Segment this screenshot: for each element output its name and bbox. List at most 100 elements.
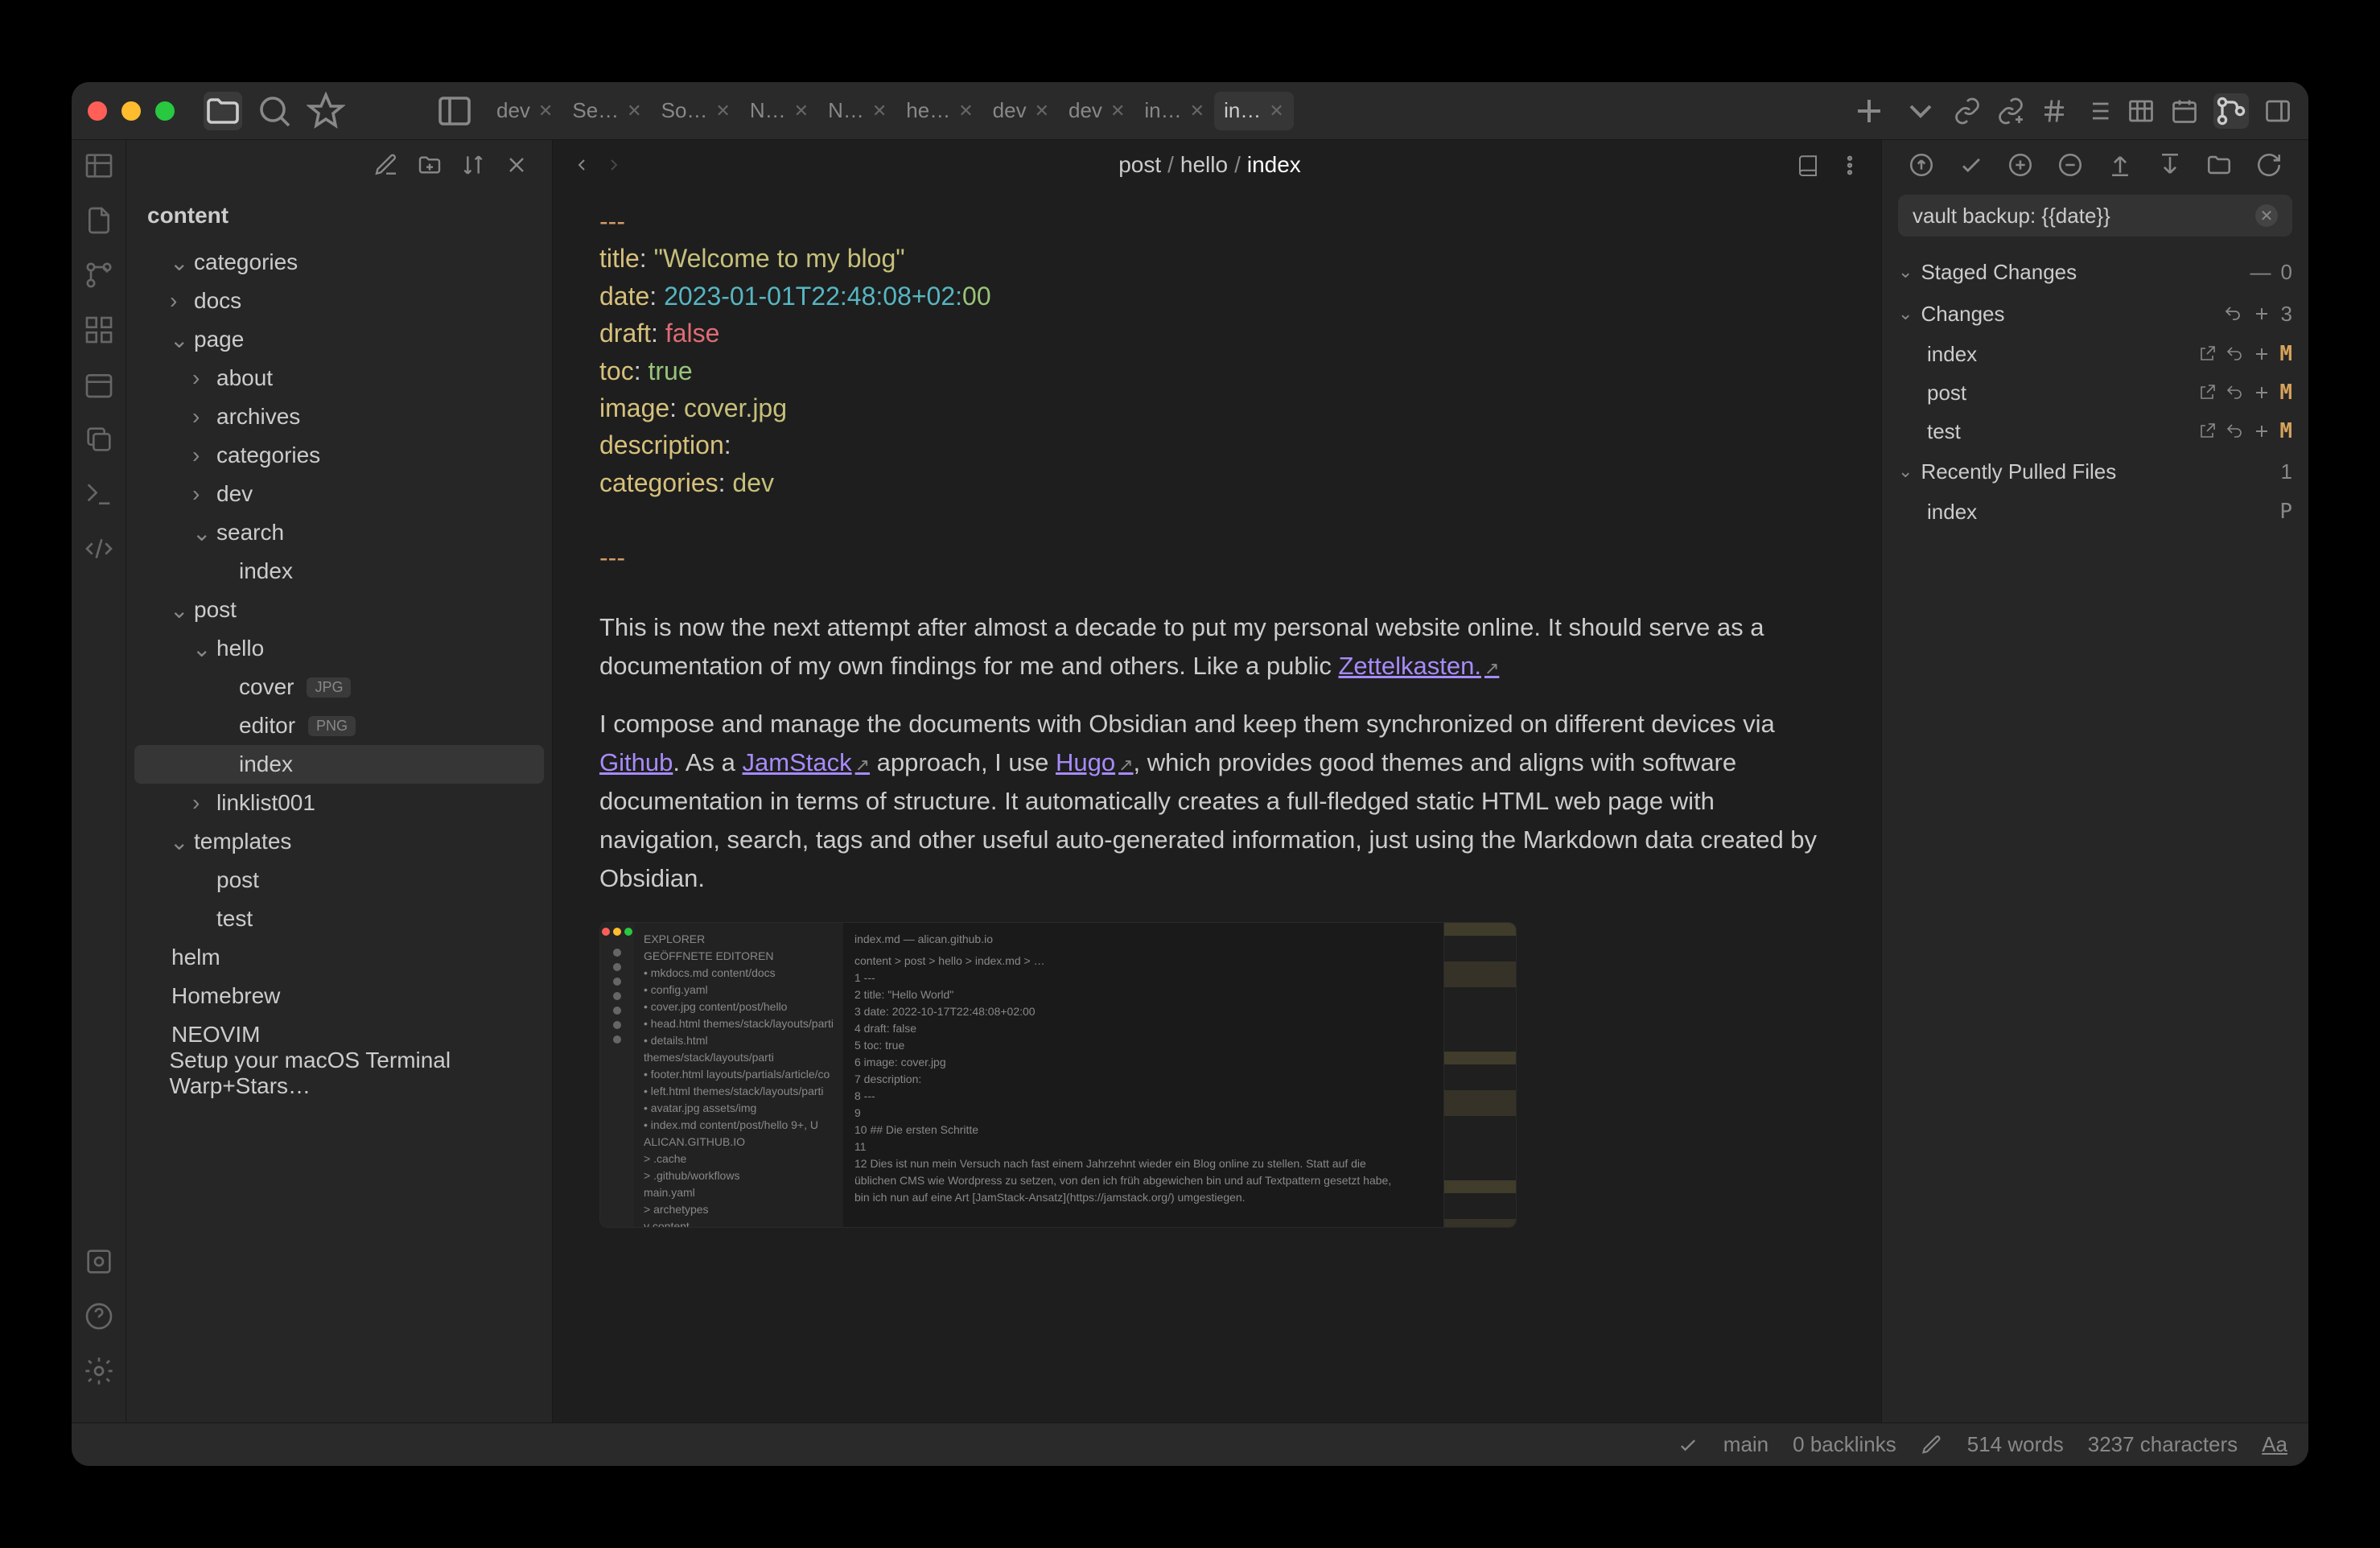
link-icon[interactable] bbox=[1953, 97, 1982, 126]
edit-icon[interactable] bbox=[1921, 1434, 1943, 1456]
git-refresh-icon[interactable] bbox=[2255, 151, 2283, 179]
editor-tab[interactable]: dev✕ bbox=[487, 92, 562, 130]
close-tab-icon[interactable]: ✕ bbox=[958, 101, 973, 121]
editor-tab[interactable]: dev✕ bbox=[983, 92, 1059, 130]
stage-file-icon[interactable] bbox=[2252, 422, 2271, 441]
close-tab-icon[interactable]: ✕ bbox=[1269, 101, 1283, 121]
tree-folder[interactable]: ⌄post bbox=[134, 591, 544, 629]
git-changed-file[interactable]: post M bbox=[1898, 373, 2292, 412]
changes-header[interactable]: ⌄Changes 3 bbox=[1898, 293, 2292, 335]
tab-menu-icon[interactable] bbox=[1901, 92, 1940, 130]
open-file-icon[interactable] bbox=[2197, 422, 2217, 441]
git-changed-file[interactable]: index M bbox=[1898, 335, 2292, 373]
tree-folder[interactable]: ›dev bbox=[134, 475, 544, 513]
tree-folder[interactable]: ›about bbox=[134, 359, 544, 397]
tree-file[interactable]: editorPNG bbox=[134, 706, 544, 745]
new-tab-icon[interactable] bbox=[1850, 92, 1888, 130]
git-recent-file[interactable]: indexP bbox=[1898, 492, 2292, 531]
close-tab-icon[interactable]: ✕ bbox=[627, 101, 641, 121]
tree-file[interactable]: index bbox=[134, 552, 544, 591]
stage-file-icon[interactable] bbox=[2252, 344, 2271, 364]
git-icon[interactable] bbox=[2213, 93, 2249, 129]
tree-file[interactable]: index bbox=[134, 745, 544, 784]
list-icon[interactable] bbox=[2083, 97, 2112, 126]
tree-file[interactable]: coverJPG bbox=[134, 668, 544, 706]
jamstack-link[interactable]: JamStack bbox=[743, 748, 871, 776]
close-tab-icon[interactable]: ✕ bbox=[1190, 101, 1204, 121]
code-icon[interactable] bbox=[83, 533, 115, 565]
minimize-window[interactable] bbox=[121, 101, 141, 121]
vault-icon[interactable] bbox=[83, 1245, 115, 1278]
hugo-link[interactable]: Hugo bbox=[1056, 748, 1134, 776]
git-unstage-icon[interactable] bbox=[2057, 151, 2084, 179]
new-folder-icon[interactable] bbox=[417, 152, 443, 178]
open-file-icon[interactable] bbox=[2197, 383, 2217, 402]
editor-tab[interactable]: N…✕ bbox=[740, 92, 818, 130]
close-tab-icon[interactable]: ✕ bbox=[1110, 101, 1125, 121]
tree-folder[interactable]: ⌄search bbox=[134, 513, 544, 552]
editor-tab[interactable]: N…✕ bbox=[818, 92, 896, 130]
git-changed-file[interactable]: test M bbox=[1898, 412, 2292, 451]
git-stage-icon[interactable] bbox=[2007, 151, 2034, 179]
tree-folder[interactable]: ⌄templates bbox=[134, 822, 544, 861]
tree-folder[interactable]: ›linklist001 bbox=[134, 784, 544, 822]
file-icon[interactable] bbox=[83, 204, 115, 237]
star-icon[interactable] bbox=[307, 92, 345, 130]
close-tab-icon[interactable]: ✕ bbox=[872, 101, 887, 121]
more-icon[interactable] bbox=[1838, 150, 1862, 180]
branch-name[interactable]: main bbox=[1723, 1432, 1769, 1457]
editor-tab[interactable]: he…✕ bbox=[896, 92, 982, 130]
terminal-icon[interactable] bbox=[83, 478, 115, 510]
tree-folder[interactable]: ⌄hello bbox=[134, 629, 544, 668]
tree-file[interactable]: helm bbox=[134, 938, 544, 977]
calendar-side-icon[interactable] bbox=[83, 368, 115, 401]
nav-forward-icon[interactable] bbox=[604, 152, 624, 178]
collapse-icon[interactable] bbox=[504, 152, 529, 178]
new-note-icon[interactable] bbox=[373, 152, 399, 178]
recent-pulled-header[interactable]: ⌄Recently Pulled Files 1 bbox=[1898, 451, 2292, 492]
staged-changes-header[interactable]: ⌄Staged Changes —0 bbox=[1898, 251, 2292, 293]
right-panel-icon[interactable] bbox=[2263, 97, 2292, 126]
tree-file[interactable]: post bbox=[134, 861, 544, 900]
clear-commit-icon[interactable]: ✕ bbox=[2255, 204, 2278, 227]
plus-icon[interactable] bbox=[2252, 304, 2271, 323]
tree-file[interactable]: Setup your macOS Terminal Warp+Stars… bbox=[134, 1054, 544, 1093]
editor-content[interactable]: --- title: "Welcome to my blog" date: 20… bbox=[553, 190, 1881, 1422]
undo-file-icon[interactable] bbox=[2225, 344, 2244, 364]
undo-file-icon[interactable] bbox=[2225, 383, 2244, 402]
copy-icon[interactable] bbox=[83, 423, 115, 455]
tree-folder[interactable]: ⌄categories bbox=[134, 243, 544, 282]
close-tab-icon[interactable]: ✕ bbox=[1035, 101, 1049, 121]
close-window[interactable] bbox=[88, 101, 107, 121]
editor-tab[interactable]: Se…✕ bbox=[562, 92, 651, 130]
editor-tab[interactable]: in…✕ bbox=[1214, 92, 1294, 130]
branch-icon[interactable] bbox=[83, 259, 115, 291]
maximize-window[interactable] bbox=[155, 101, 175, 121]
sort-icon[interactable] bbox=[460, 152, 486, 178]
zettelkasten-link[interactable]: Zettelkasten. bbox=[1338, 652, 1499, 680]
font-toggle[interactable]: Aa bbox=[2262, 1432, 2287, 1457]
spreadsheet-icon[interactable] bbox=[83, 150, 115, 182]
close-tab-icon[interactable]: ✕ bbox=[794, 101, 809, 121]
calendar-icon[interactable] bbox=[2170, 97, 2199, 126]
undo-file-icon[interactable] bbox=[2225, 422, 2244, 441]
git-push-icon[interactable] bbox=[2106, 151, 2134, 179]
git-upload-icon[interactable] bbox=[1908, 151, 1935, 179]
git-folder-icon[interactable] bbox=[2205, 151, 2233, 179]
close-tab-icon[interactable]: ✕ bbox=[715, 101, 730, 121]
grid-icon[interactable] bbox=[83, 314, 115, 346]
open-folder-icon[interactable] bbox=[204, 92, 242, 130]
hash-icon[interactable] bbox=[2040, 97, 2069, 126]
settings-icon[interactable] bbox=[83, 1355, 115, 1387]
search-icon[interactable] bbox=[255, 92, 294, 130]
sync-check-icon[interactable] bbox=[1677, 1434, 1699, 1456]
close-tab-icon[interactable]: ✕ bbox=[538, 101, 553, 121]
tree-folder[interactable]: ›archives bbox=[134, 397, 544, 436]
tree-folder[interactable]: ⌄page bbox=[134, 320, 544, 359]
backlinks-count[interactable]: 0 backlinks bbox=[1793, 1432, 1896, 1457]
tree-folder[interactable]: ›categories bbox=[134, 436, 544, 475]
undo-icon[interactable] bbox=[2223, 304, 2242, 323]
github-link[interactable]: Github bbox=[599, 748, 673, 776]
reading-mode-icon[interactable] bbox=[1796, 150, 1820, 180]
editor-tab[interactable]: dev✕ bbox=[1059, 92, 1134, 130]
